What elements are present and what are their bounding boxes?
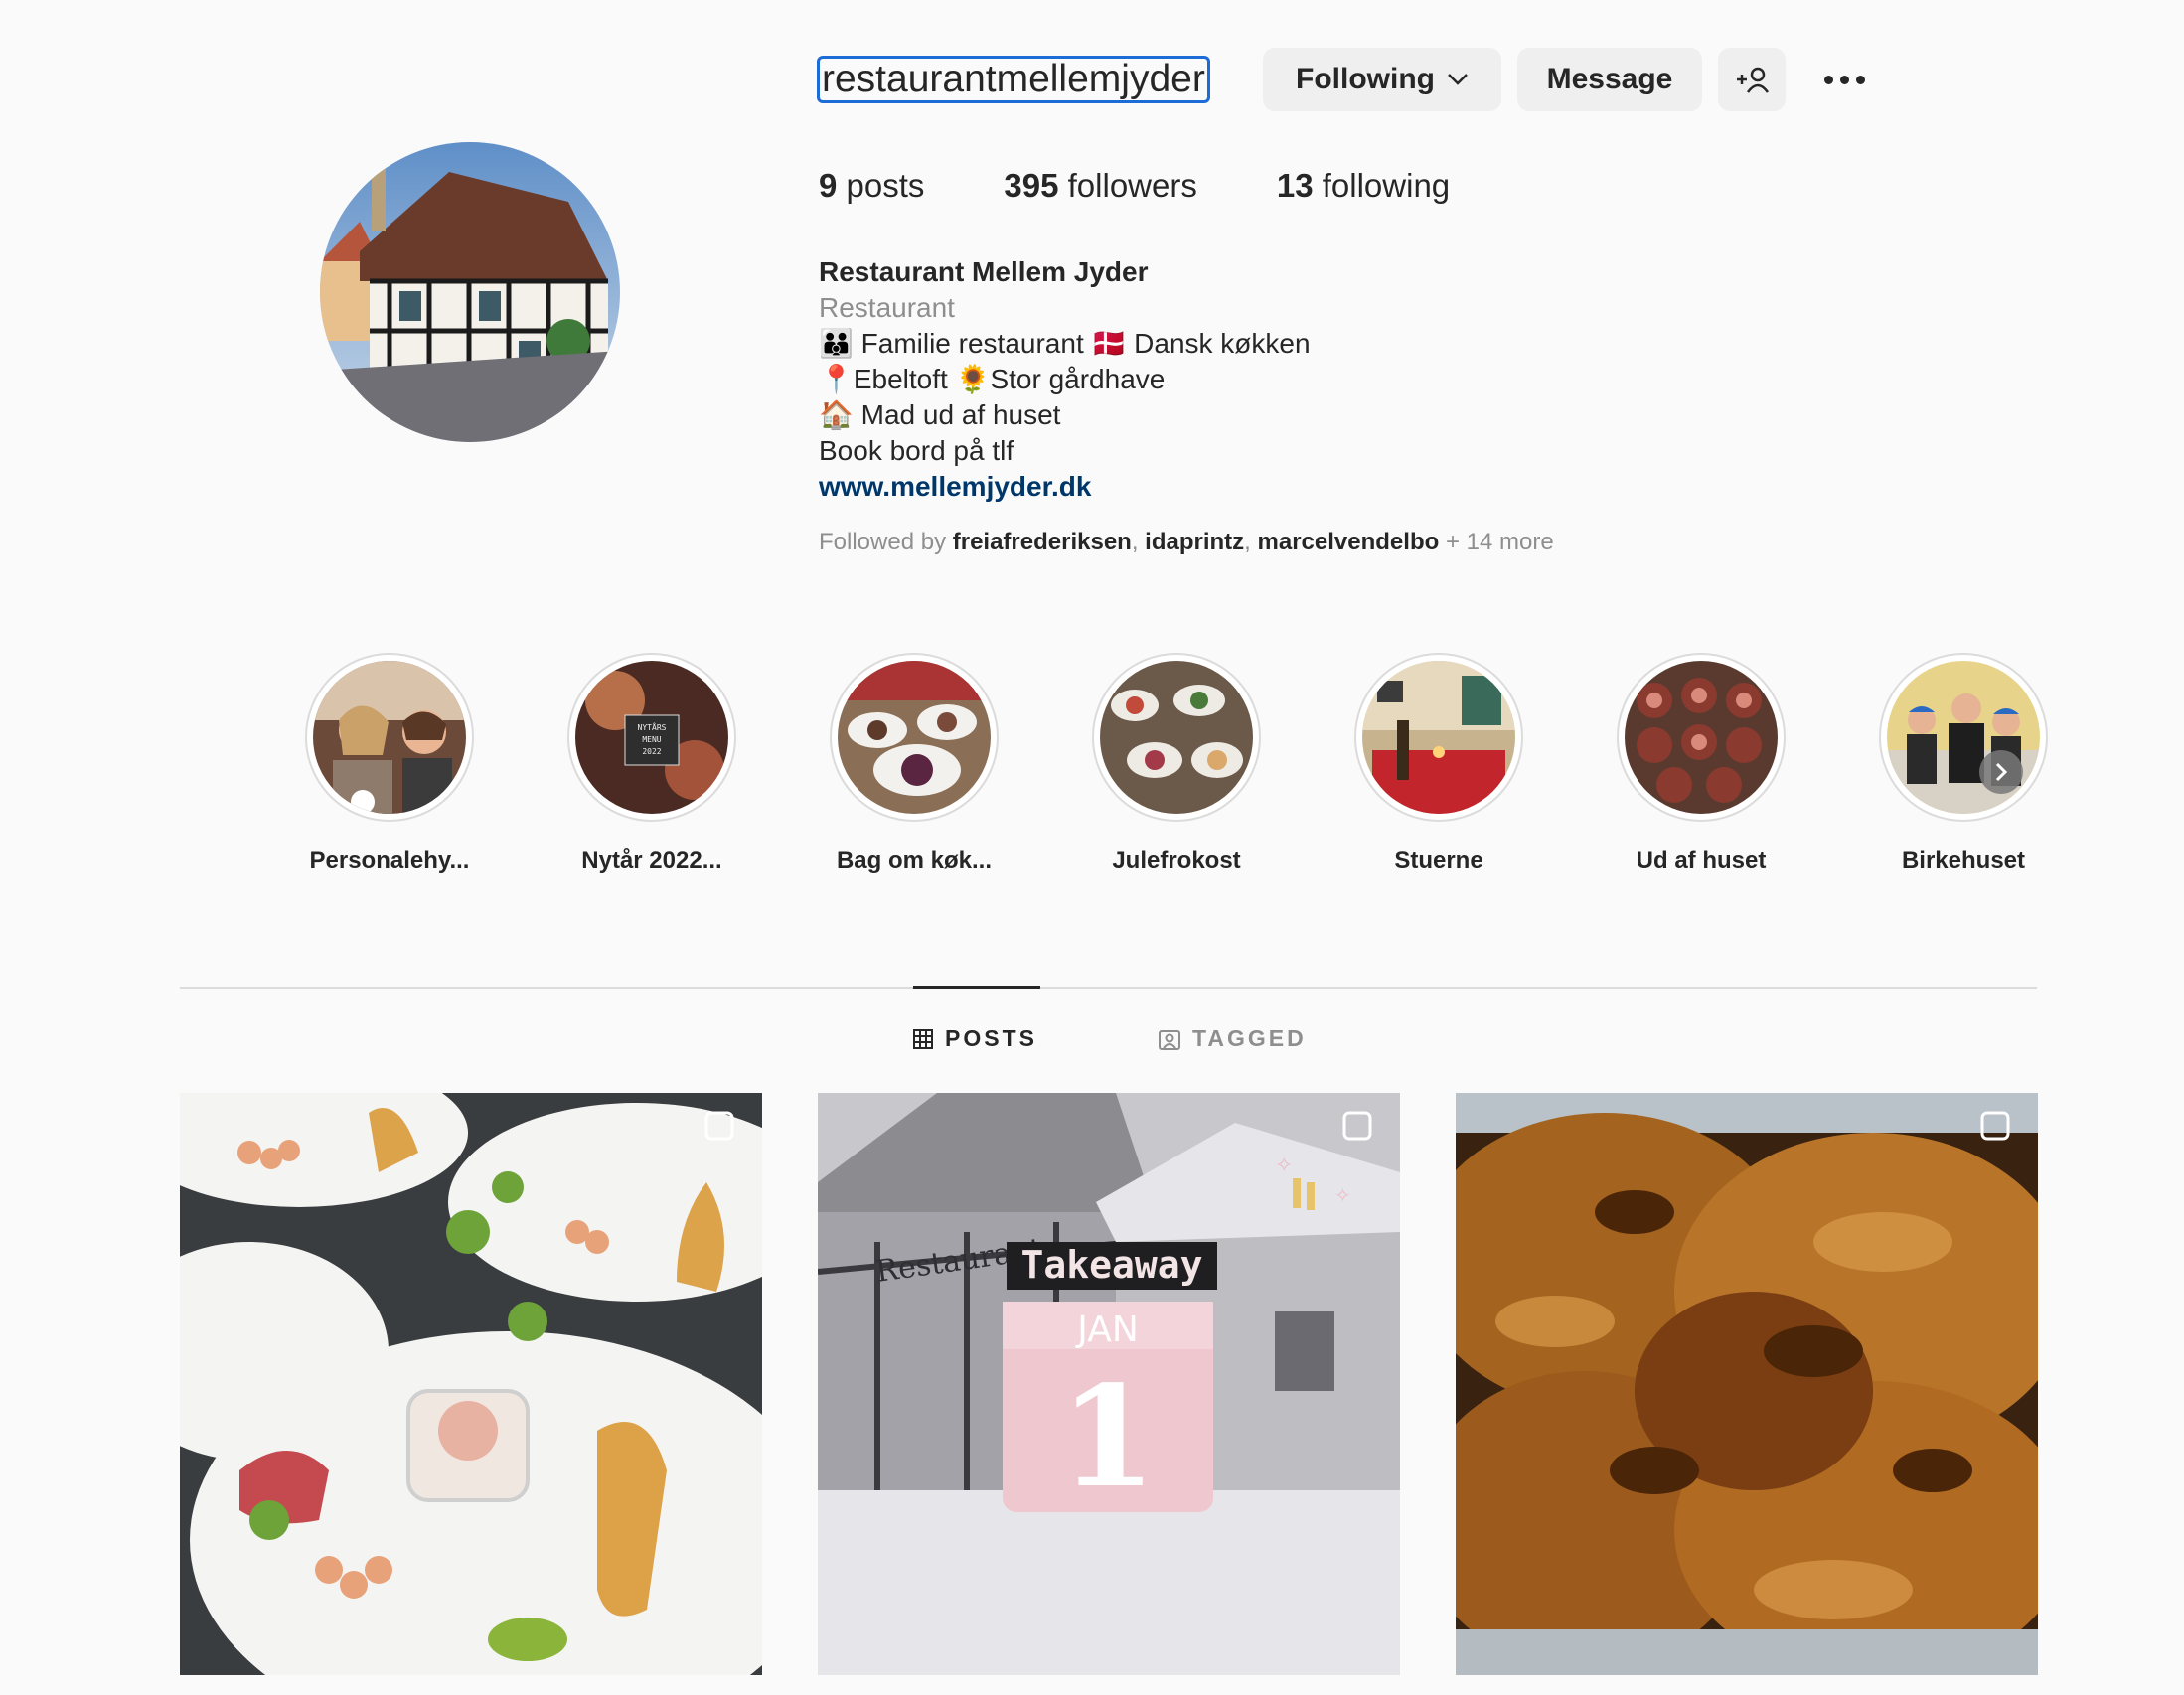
add-person-icon xyxy=(1737,67,1769,93)
suggested-accounts-button[interactable] xyxy=(1718,48,1786,111)
follower-link[interactable]: idaprintz xyxy=(1145,529,1244,555)
message-button[interactable]: Message xyxy=(1517,48,1702,111)
highlight-label: Ud af huset xyxy=(1636,848,1767,874)
highlight-label: Stuerne xyxy=(1394,848,1483,874)
highlight-label: Nytår 2022... xyxy=(581,848,722,874)
posts-count: 9 posts xyxy=(819,167,925,204)
tagged-person-icon xyxy=(1159,1029,1180,1050)
grid-icon xyxy=(913,1028,933,1049)
svg-text:2022: 2022 xyxy=(642,747,661,756)
profile-username[interactable]: restaurantmellemjyder xyxy=(817,56,1210,103)
highlight-item[interactable]: Personalehy... xyxy=(258,653,521,875)
tab-posts[interactable]: POSTS xyxy=(913,1025,1037,1052)
following-label: Following xyxy=(1296,63,1435,95)
bio-line: 📍Ebeltoft 🌻Stor gårdhave xyxy=(819,364,1166,394)
post-thumbnail[interactable] xyxy=(1456,1093,2038,1675)
post-thumbnail[interactable]: Restaurant Takeaway JAN 1 ✧ ✧ xyxy=(818,1093,1400,1675)
highlight-item[interactable]: Julefrokost xyxy=(1045,653,1308,875)
active-tab-indicator xyxy=(913,986,1040,989)
following-button[interactable]: Following xyxy=(1263,48,1501,111)
tabs-divider xyxy=(180,987,2037,989)
highlight-label: Julefrokost xyxy=(1112,848,1241,874)
highlight-label: Bag om køk... xyxy=(836,848,993,874)
story-highlights: Personalehy... NYTÅRS MENU 2022 Nytår 2022… xyxy=(258,653,2048,881)
highlight-label: Birkehuset xyxy=(1901,848,2026,874)
highlight-item[interactable]: Birkehuset xyxy=(1832,653,2095,875)
profile-website-link[interactable]: www.mellemjyder.dk xyxy=(819,469,1311,505)
calendar-day: 1 xyxy=(1059,1356,1156,1519)
bio-line: 🏠 Mad ud af huset xyxy=(819,399,1061,430)
tab-tagged[interactable]: TAGGED xyxy=(1159,1025,1307,1052)
followers-count[interactable]: 395 followers xyxy=(1004,167,1196,205)
following-count[interactable]: 13 following xyxy=(1277,167,1450,205)
highlight-item[interactable]: Stuerne xyxy=(1308,653,1570,875)
bio-line: Book bord på tlf xyxy=(819,435,1014,466)
followed-by[interactable]: Followed by freiafrederiksen, idaprintz,… xyxy=(819,529,1554,556)
svg-text:✧: ✧ xyxy=(1275,1153,1293,1177)
profile-bio: Restaurant Mellem Jyder Restaurant 👪 Fam… xyxy=(819,254,1311,505)
profile-avatar[interactable] xyxy=(320,142,620,442)
calendar-month: JAN xyxy=(1075,1310,1139,1350)
profile-stats: 9 posts 395 followers 13 following xyxy=(819,167,1529,205)
tab-posts-label: POSTS xyxy=(945,1025,1037,1051)
chevron-right-icon xyxy=(1995,762,2008,782)
highlight-item[interactable]: NYTÅRS MENU 2022 Nytår 2022... xyxy=(521,653,783,875)
svg-text:✧: ✧ xyxy=(1334,1185,1351,1207)
follower-link[interactable]: freiafrederiksen xyxy=(953,529,1132,555)
bio-line: 👪 Familie restaurant 🇩🇰 Dansk køkken xyxy=(819,328,1311,359)
svg-text:NYTÅRS: NYTÅRS xyxy=(638,721,667,732)
follower-link[interactable]: marcelvendelbo xyxy=(1258,529,1440,555)
takeaway-text: Takeaway xyxy=(1020,1243,1202,1287)
highlight-item[interactable]: Bag om køk... xyxy=(783,653,1045,875)
post-thumbnail[interactable] xyxy=(180,1093,762,1675)
svg-text:MENU: MENU xyxy=(642,735,661,744)
profile-full-name: Restaurant Mellem Jyder xyxy=(819,256,1149,287)
highlights-next-button[interactable] xyxy=(1979,750,2023,794)
more-options-icon[interactable] xyxy=(1814,62,1874,97)
chevron-down-icon xyxy=(1448,74,1468,85)
tab-tagged-label: TAGGED xyxy=(1192,1025,1307,1051)
highlight-label: Personalehy... xyxy=(309,848,470,874)
message-label: Message xyxy=(1546,63,1673,95)
profile-category: Restaurant xyxy=(819,292,955,323)
highlight-item[interactable]: Ud af huset xyxy=(1570,653,1832,875)
